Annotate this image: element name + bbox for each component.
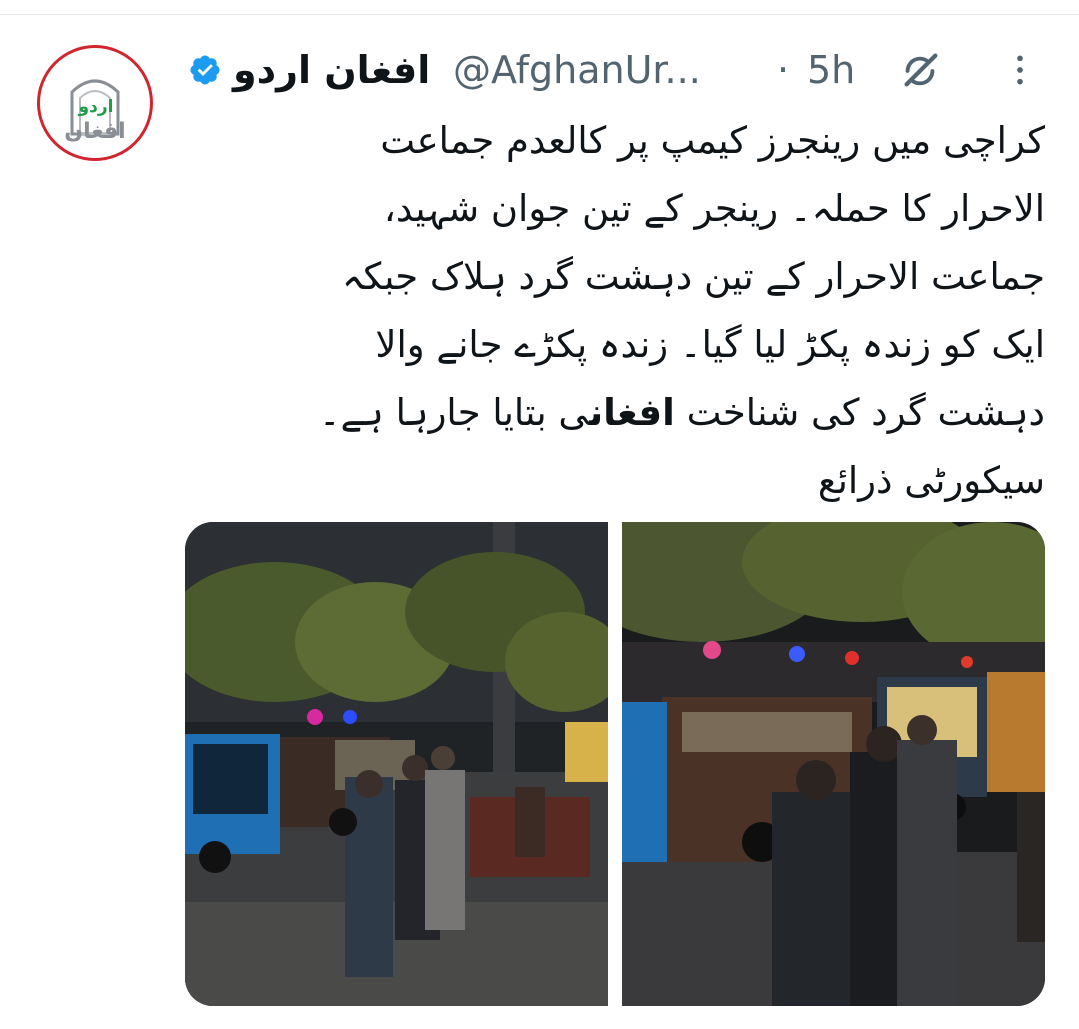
media-grid bbox=[185, 522, 1045, 1006]
more-options-icon[interactable] bbox=[1000, 50, 1040, 90]
night-street-photo-1 bbox=[185, 522, 608, 1006]
tweet-text-line-3: جماعت الاحرار کے تین دہشت گرد ہلاک جبکہ bbox=[341, 255, 1045, 298]
top-divider bbox=[0, 14, 1079, 15]
tweet-text-line-1: کراچی میں رینجرز کیمپ پر کالعدم جماعت bbox=[380, 119, 1045, 162]
author-display-name[interactable]: افغان اردو bbox=[233, 42, 430, 98]
avatar-logo: اردو افغان bbox=[64, 79, 126, 144]
highlighted-word: افغان bbox=[589, 391, 675, 434]
avatar[interactable]: اردو افغان bbox=[37, 45, 153, 161]
tweet-text-line-4: ایک کو زندہ پکڑ لیا گیا۔ زندہ پکڑے جانے … bbox=[375, 323, 1045, 366]
avatar-text-bottom: افغان bbox=[64, 119, 125, 144]
line5-after: ی بتایا جارہا ہے۔ bbox=[318, 391, 590, 434]
photo-1[interactable] bbox=[185, 522, 608, 1006]
tweet-text-line-2: الاحرار کا حملہ۔ رینجر کے تین جوان شہید، bbox=[383, 187, 1045, 230]
avatar-text-top: اردو bbox=[78, 97, 114, 117]
author-handle[interactable]: @AfghanUr... bbox=[453, 42, 701, 98]
verified-badge-icon bbox=[190, 55, 220, 85]
separator-dot: · bbox=[777, 48, 790, 92]
grok-icon[interactable] bbox=[897, 48, 943, 94]
photo-2[interactable] bbox=[622, 522, 1045, 1006]
tweet-text-line-6: سیکورٹی ذرائع bbox=[817, 459, 1045, 502]
tweet-timestamp[interactable]: 5h bbox=[807, 42, 855, 98]
tweet-header: افغان اردو @AfghanUr... · 5h bbox=[185, 40, 1045, 96]
tweet-text-line-5: دہشت گرد کی شناخت افغانی بتایا جارہا ہے۔ bbox=[190, 379, 1045, 447]
tweet-body: کراچی میں رینجرز کیمپ پر کالعدم جماعت ال… bbox=[190, 107, 1045, 515]
line5-before: دہشت گرد کی شناخت bbox=[674, 391, 1045, 434]
night-street-photo-2 bbox=[622, 522, 1045, 1006]
